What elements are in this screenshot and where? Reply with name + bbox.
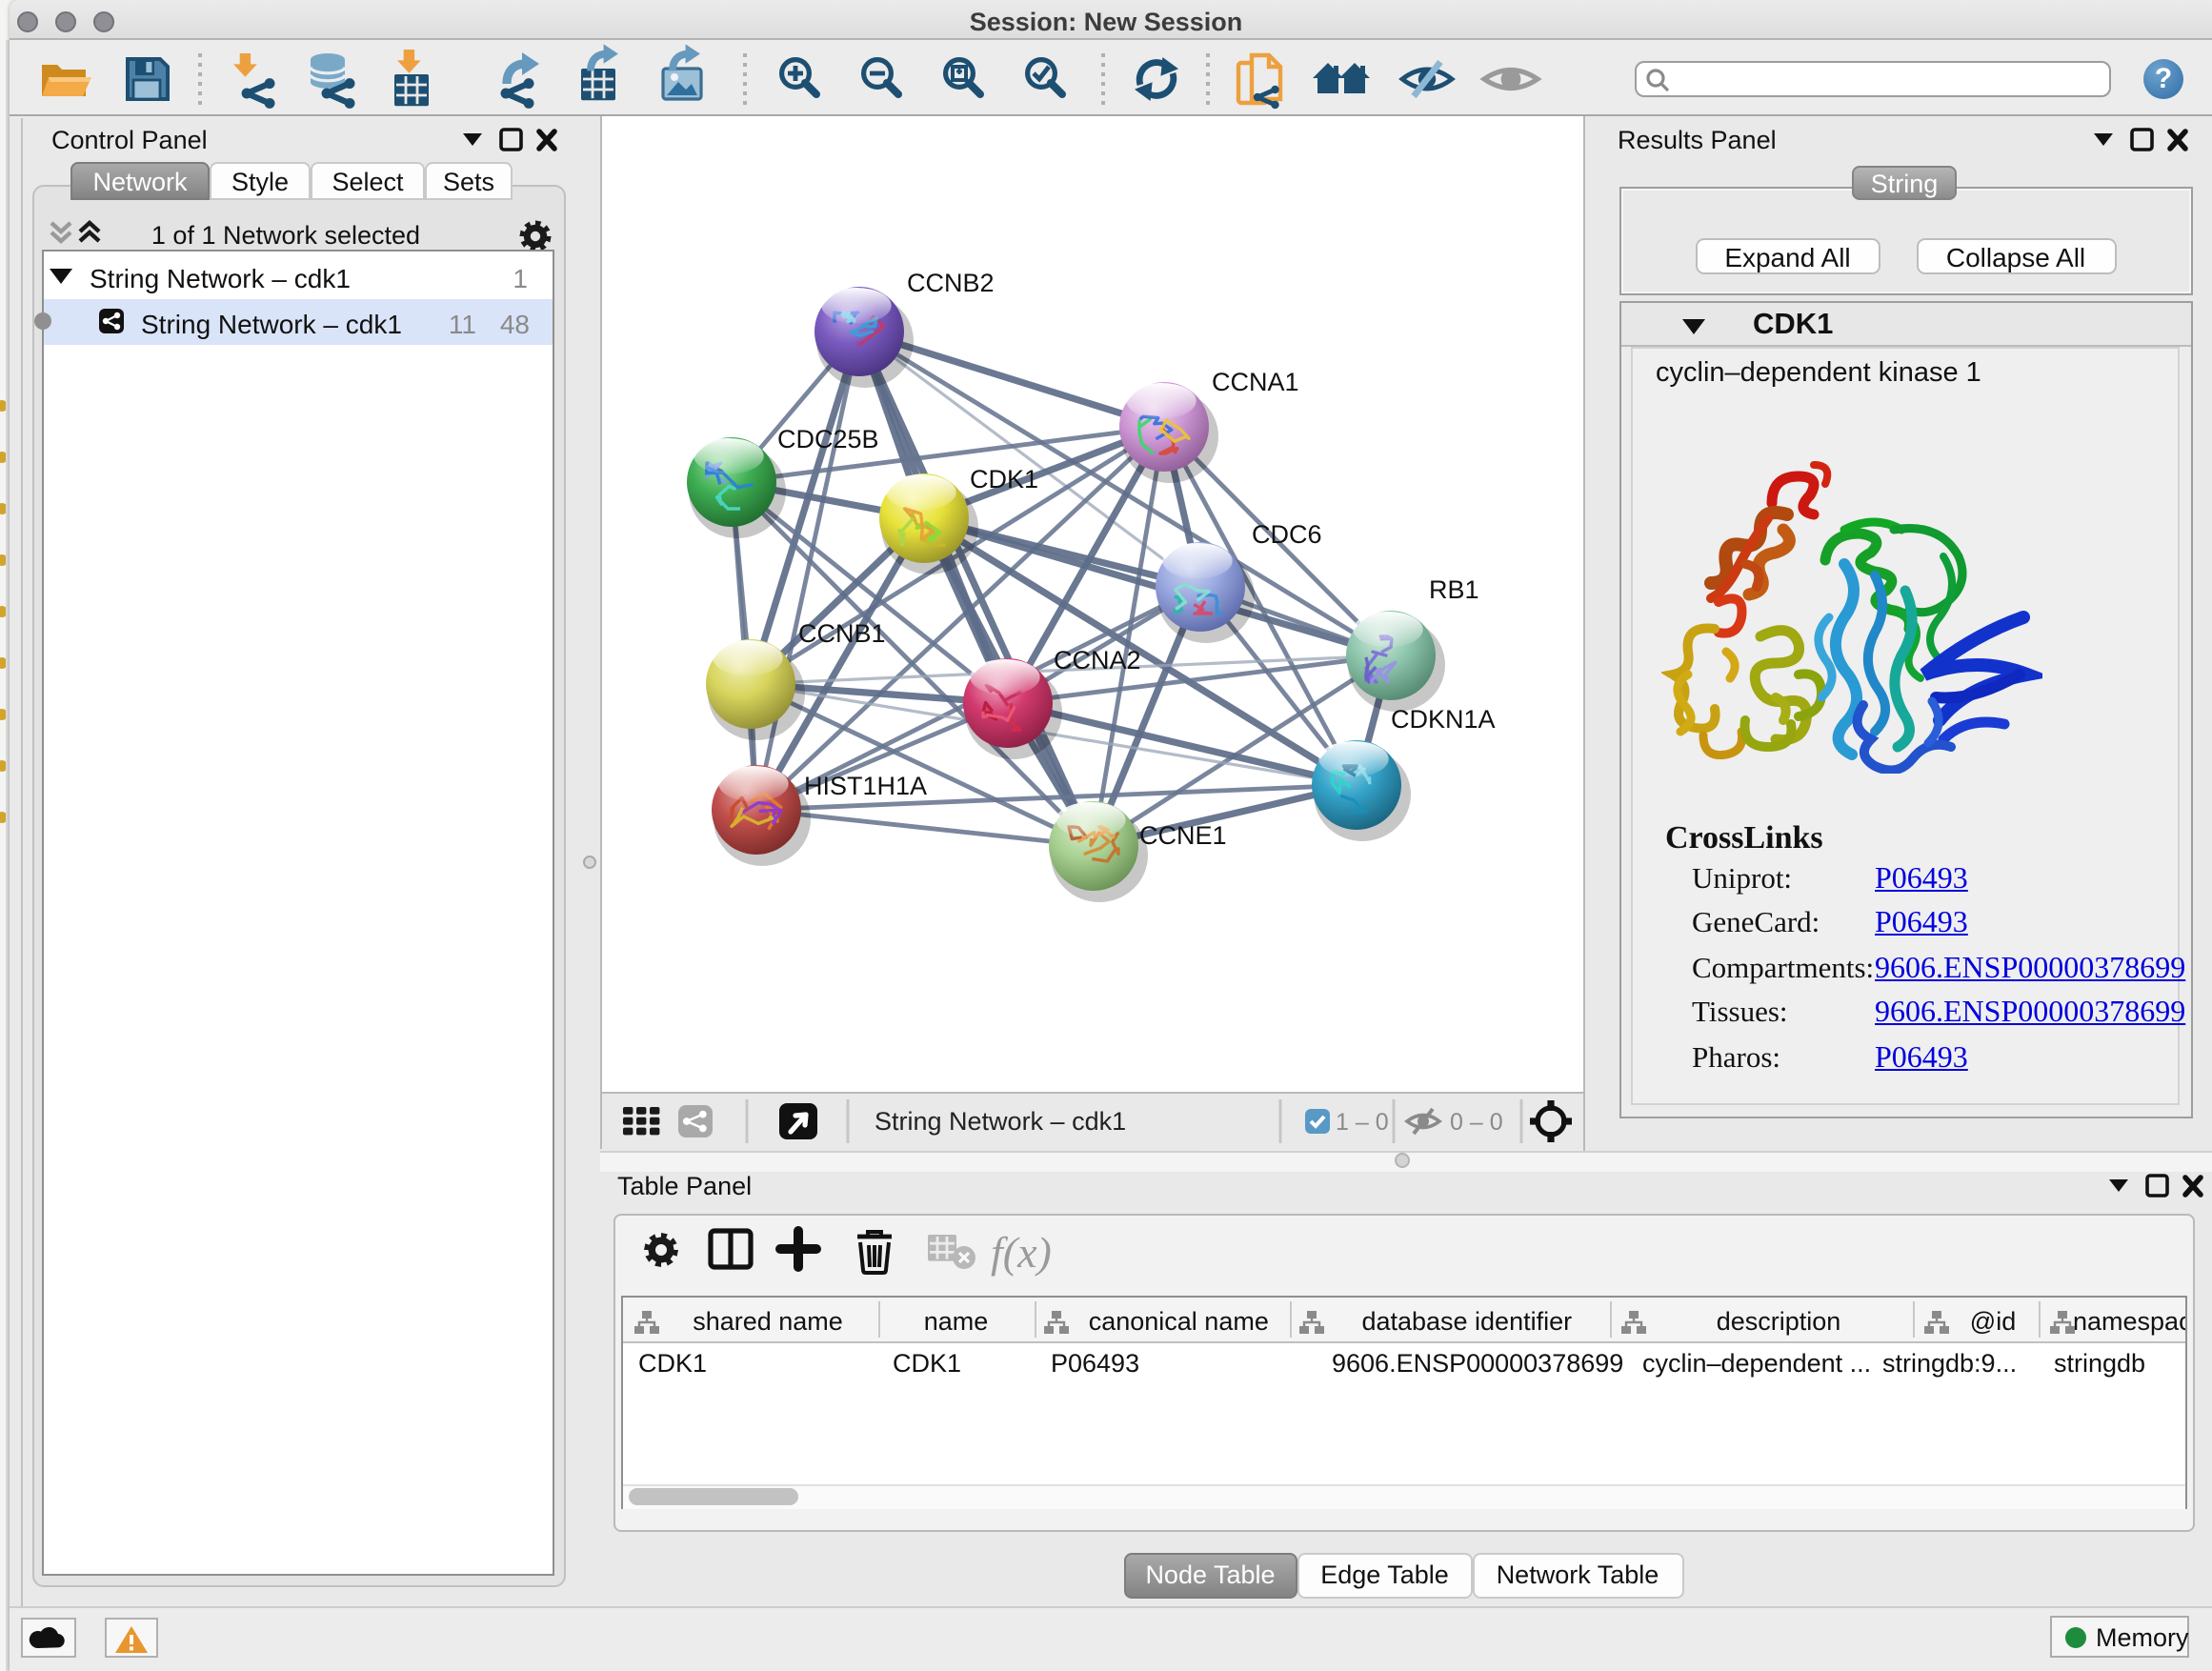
svg-text:1 – 0: 1 – 0: [1336, 1109, 1389, 1136]
svg-text:CDC25B: CDC25B: [777, 425, 879, 453]
svg-text:CCNB1: CCNB1: [798, 619, 886, 648]
svg-text:CDC6: CDC6: [1252, 520, 1322, 549]
svg-text:RB1: RB1: [1429, 575, 1479, 604]
svg-text:CDKN1A: CDKN1A: [1391, 705, 1496, 734]
svg-text:CCNE1: CCNE1: [1139, 821, 1227, 850]
svg-text:CCNA2: CCNA2: [1054, 646, 1141, 674]
svg-text:CCNB2: CCNB2: [907, 269, 995, 297]
svg-text:CCNA1: CCNA1: [1212, 368, 1299, 396]
svg-text:String Network – cdk1: String Network – cdk1: [875, 1107, 1126, 1136]
svg-text:CDK1: CDK1: [970, 465, 1038, 493]
svg-text:f(x): f(x): [990, 1227, 1051, 1276]
svg-text:0 – 0: 0 – 0: [1450, 1109, 1503, 1136]
svg-text:HIST1H1A: HIST1H1A: [804, 772, 927, 800]
